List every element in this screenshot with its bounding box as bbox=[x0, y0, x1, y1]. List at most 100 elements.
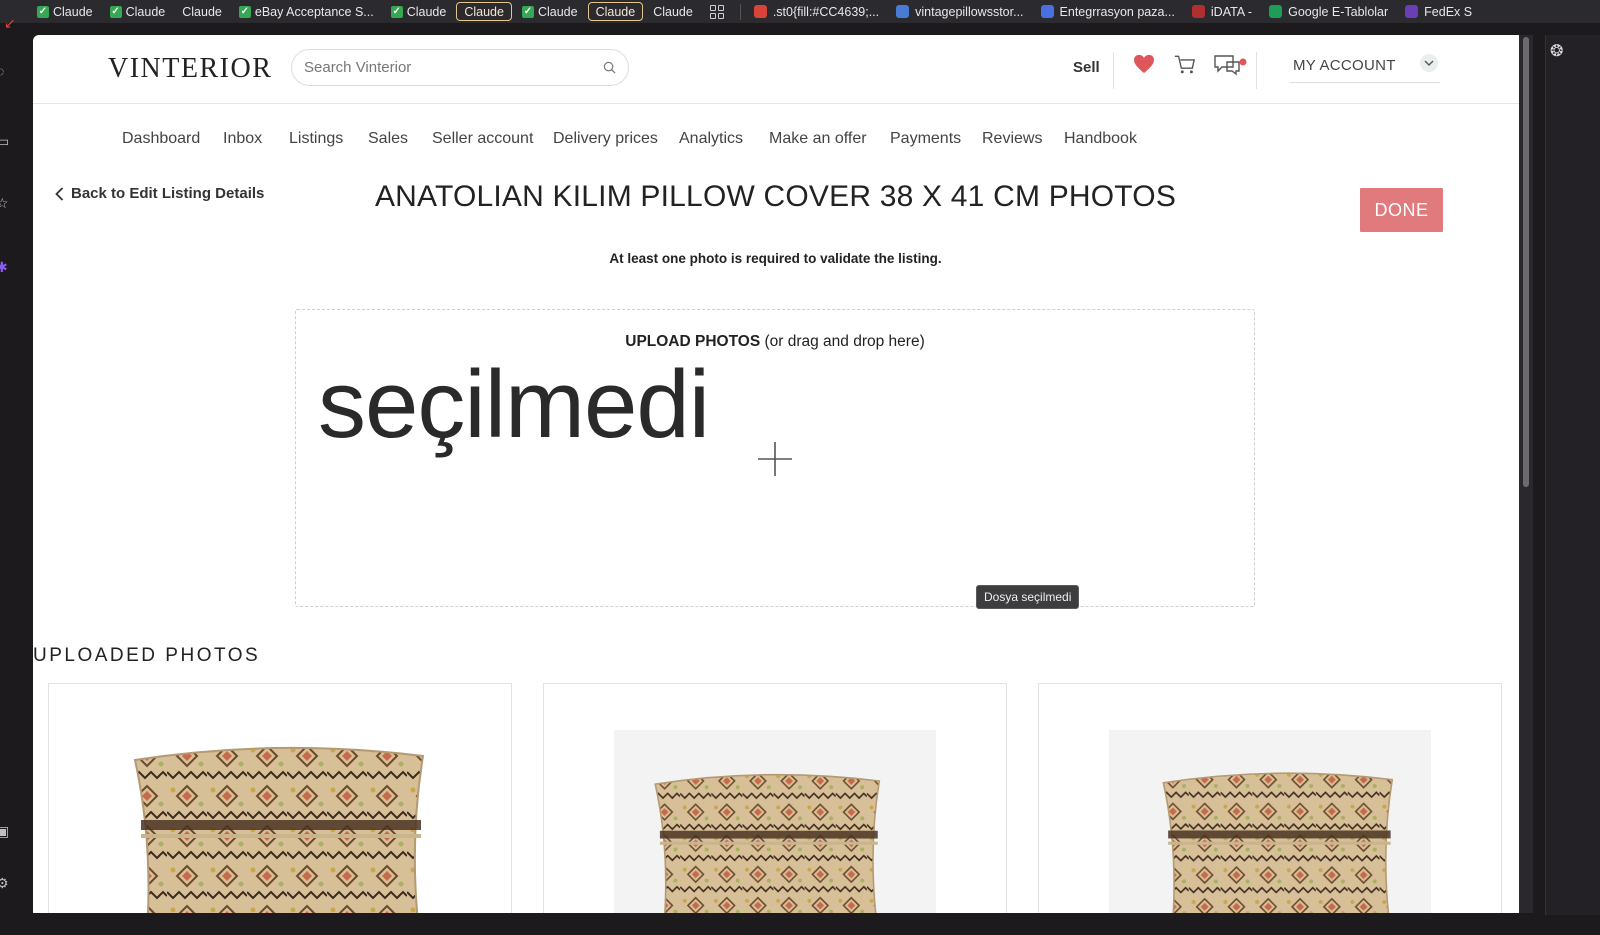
photo-requirement-note: At least one photo is required to valida… bbox=[609, 251, 942, 266]
nav-item[interactable]: Seller account bbox=[432, 130, 533, 148]
my-account-dropdown[interactable]: MY ACCOUNT bbox=[1290, 48, 1440, 83]
bookmark-label: Claude bbox=[182, 4, 222, 19]
bookmark-label: Entegrrasyon paza... bbox=[1059, 4, 1175, 19]
bookmark-item[interactable]: ✓ Claude bbox=[515, 2, 585, 21]
bookmark-item[interactable]: Google E-Tablolar bbox=[1262, 2, 1395, 21]
chevron-left-icon bbox=[55, 186, 64, 201]
bookmark-label: Claude bbox=[595, 4, 636, 19]
uploaded-photo-card[interactable] bbox=[1038, 683, 1502, 913]
apps-grid-icon[interactable] bbox=[703, 2, 731, 21]
bookmarks-bar: ✓ Claude ✓ Claude Claude ✓ eBay Acceptance S..… bbox=[0, 0, 1600, 23]
bookmark-item[interactable]: Claude bbox=[587, 2, 644, 21]
checkbox-icon: ✓ bbox=[390, 5, 403, 18]
favicon-icon bbox=[1405, 5, 1419, 18]
nav-item[interactable]: Delivery prices bbox=[553, 130, 658, 148]
uploaded-photos-heading: UPLOADED PHOTOS bbox=[33, 645, 261, 666]
scrollbar-thumb[interactable] bbox=[1523, 37, 1529, 487]
messages-icon[interactable] bbox=[1213, 54, 1249, 78]
plus-icon[interactable] bbox=[756, 440, 794, 478]
bookmark-label: FedEx S bbox=[1424, 4, 1473, 19]
nav-item[interactable]: Handbook bbox=[1064, 130, 1137, 148]
uploaded-photo-card[interactable] bbox=[48, 683, 512, 913]
back-to-edit-link[interactable]: Back to Edit Listing Details bbox=[55, 185, 264, 202]
upload-title-rest: (or drag and drop here) bbox=[760, 333, 925, 350]
pillow-photo bbox=[654, 773, 881, 913]
search-input[interactable] bbox=[304, 59, 603, 76]
nav-item[interactable]: Analytics bbox=[679, 130, 743, 148]
header-divider bbox=[1113, 52, 1114, 89]
sidebar-icon[interactable]: ▣ bbox=[0, 823, 9, 840]
settings-icon[interactable]: ⚙ bbox=[0, 875, 9, 892]
pillow-photo bbox=[134, 746, 424, 913]
favicon-icon bbox=[896, 5, 910, 18]
nav-item[interactable]: Dashboard bbox=[122, 130, 200, 148]
openai-icon[interactable]: ❂ bbox=[1550, 41, 1563, 61]
bookmark-item[interactable]: .st0{fill:#CC4639;... bbox=[747, 2, 886, 21]
bookmark-label: Claude bbox=[464, 4, 504, 19]
seller-nav: Dashboard Inbox Listings Sales Seller accoun… bbox=[33, 104, 1519, 174]
bookmark-label: Claude bbox=[406, 4, 447, 19]
file-tooltip: Dosya seçilmedi bbox=[976, 585, 1080, 609]
checkbox-icon: ✓ bbox=[521, 5, 534, 18]
photo-upload-dropzone[interactable]: UPLOAD PHOTOS (or drag and drop here) se… bbox=[295, 309, 1255, 609]
nav-item[interactable]: Inbox bbox=[223, 130, 262, 148]
bookmark-label: Claude bbox=[537, 4, 578, 19]
search-icon[interactable] bbox=[603, 61, 616, 74]
favicon-icon bbox=[1269, 5, 1283, 18]
uploaded-photo-card[interactable] bbox=[543, 683, 1007, 913]
side-panel: ❂ bbox=[1545, 35, 1600, 915]
bookmark-item[interactable]: Claude bbox=[646, 2, 700, 21]
chevron-down-icon[interactable] bbox=[1420, 54, 1438, 72]
left-sidebar-strip: ↙ ◌ ▭ ☆ ✱ ▣ ⚙ bbox=[0, 15, 33, 935]
back-link-label: Back to Edit Listing Details bbox=[71, 185, 265, 202]
site-logo[interactable]: VINTERIOR bbox=[108, 53, 272, 85]
nav-item[interactable]: Reviews bbox=[982, 130, 1042, 148]
favicon-icon bbox=[753, 5, 767, 18]
upload-title-bold: UPLOAD PHOTOS bbox=[625, 333, 761, 350]
search-box[interactable] bbox=[291, 49, 629, 86]
checkbox-icon: ✓ bbox=[109, 5, 122, 18]
nav-item[interactable]: Payments bbox=[890, 130, 961, 148]
checkbox-icon: ✓ bbox=[37, 5, 49, 18]
bookmark-item[interactable]: Entegrrasyon paza... bbox=[1034, 2, 1182, 21]
sidebar-icon[interactable]: ▭ bbox=[0, 133, 9, 150]
file-input-status[interactable]: seçilmedi bbox=[318, 350, 710, 460]
sidebar-icon[interactable]: ◌ bbox=[0, 63, 4, 79]
bookmark-item[interactable]: FedEx S bbox=[1398, 2, 1479, 21]
site-header: VINTERIOR Sell MY ACCOUNT bbox=[33, 35, 1519, 104]
bookmarks-divider bbox=[739, 3, 741, 20]
favicon-icon bbox=[1040, 5, 1054, 18]
bookmark-label: iDATA - bbox=[1210, 4, 1253, 19]
nav-item[interactable]: Listings bbox=[289, 130, 343, 148]
bookmark-label: Google E-Tablolar bbox=[1288, 4, 1389, 19]
page-title: ANATOLIAN KILIM PILLOW COVER 38 X 41 CM … bbox=[374, 180, 1177, 213]
bookmark-label: eBay Acceptance S... bbox=[254, 4, 374, 19]
upload-title: UPLOAD PHOTOS (or drag and drop here) bbox=[296, 333, 1254, 351]
bookmark-item[interactable]: ✓ Claude bbox=[103, 2, 173, 21]
bookmark-label: vintagepillowsstor... bbox=[915, 4, 1024, 19]
favicon-icon bbox=[1191, 5, 1205, 18]
bookmark-item[interactable]: Claude bbox=[456, 2, 512, 21]
nav-item[interactable]: Sales bbox=[368, 130, 408, 148]
arrow-icon[interactable]: ↙ bbox=[4, 15, 16, 32]
bookmark-item[interactable]: Claude bbox=[175, 2, 229, 21]
nav-item[interactable]: Make an offer bbox=[769, 130, 867, 148]
bookmark-item[interactable]: ✓ Claude bbox=[384, 2, 454, 21]
star-icon[interactable]: ☆ bbox=[0, 195, 9, 212]
pillow-photo bbox=[1162, 772, 1394, 913]
extension-icon[interactable]: ✱ bbox=[0, 259, 8, 276]
bookmark-label: .st0{fill:#CC4639;... bbox=[772, 4, 880, 19]
cart-icon[interactable] bbox=[1174, 54, 1196, 75]
bookmark-item[interactable]: ✓ Claude bbox=[30, 2, 100, 21]
done-button[interactable]: DONE bbox=[1360, 188, 1443, 232]
sell-link[interactable]: Sell bbox=[1073, 59, 1100, 76]
bookmark-item[interactable]: ✓ eBay Acceptance S... bbox=[232, 2, 381, 21]
heart-icon[interactable] bbox=[1133, 54, 1155, 74]
checkbox-icon: ✓ bbox=[238, 5, 251, 18]
page-viewport: VINTERIOR Sell MY ACCOUNT Dashboard Inbox… bbox=[33, 35, 1519, 913]
header-divider bbox=[1256, 52, 1257, 89]
bookmark-label: Claude bbox=[53, 4, 93, 19]
bookmark-label: Claude bbox=[653, 4, 693, 19]
bookmark-item[interactable]: vintagepillowsstor... bbox=[889, 2, 1030, 21]
bookmark-item[interactable]: iDATA - bbox=[1185, 2, 1259, 21]
